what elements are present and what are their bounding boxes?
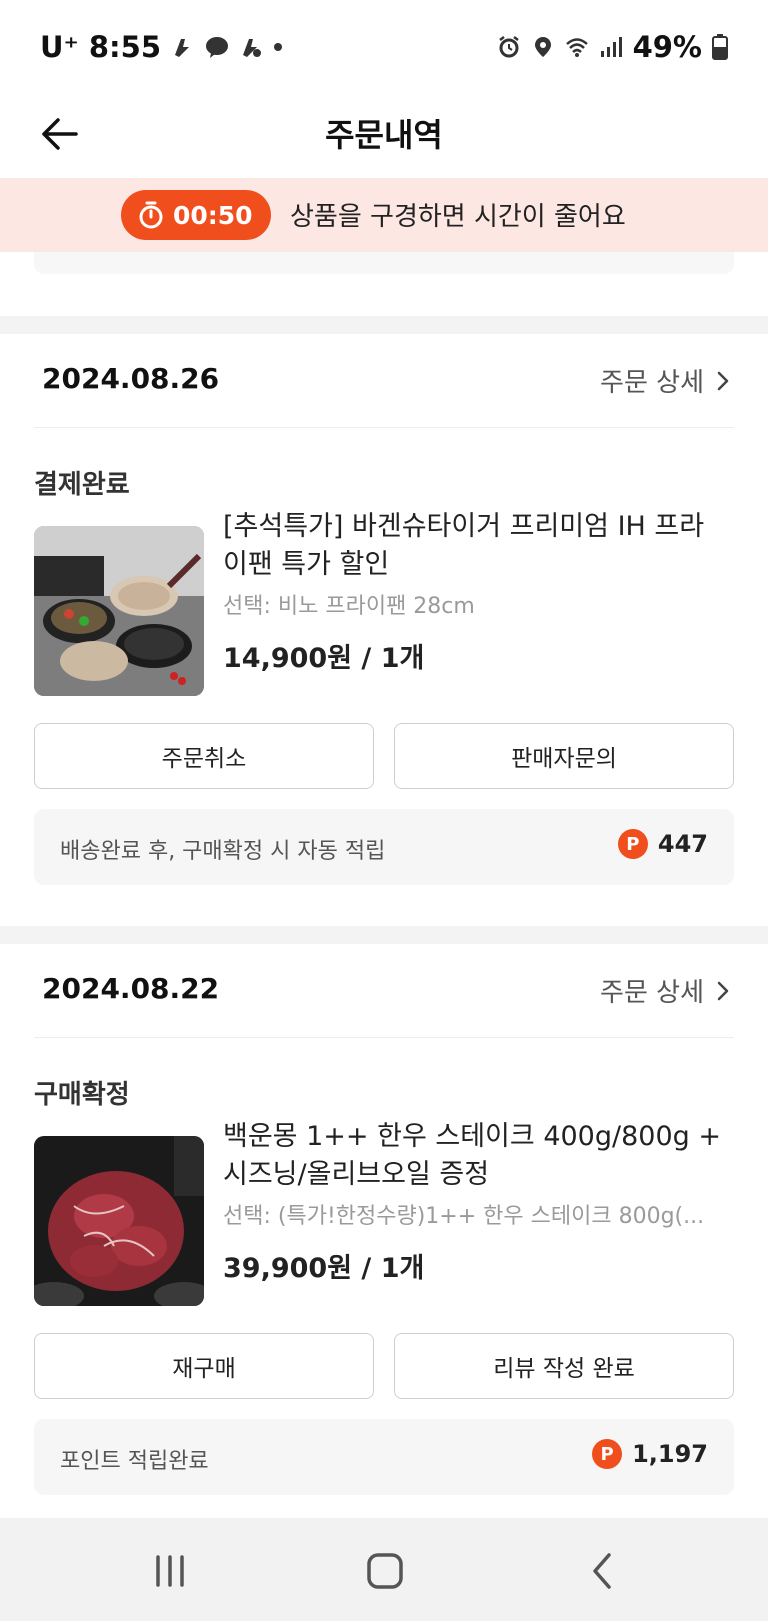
points-value: P 1,197 [592,1439,708,1469]
cancel-order-button[interactable]: 주문취소 [34,723,374,789]
order-date: 2024.08.26 [42,362,220,395]
previous-order-card-edge [34,252,734,274]
order-detail-label: 주문 상세 [600,978,704,1008]
points-amount: 447 [657,830,708,858]
order-detail-link[interactable]: 주문 상세 [600,972,730,1009]
recent-apps-icon [156,1555,184,1587]
product-title[interactable]: 백운몽 1++ 한우 스테이크 400g/800g + 시즈닝/올리브오일 증정 [223,1118,723,1194]
nav-back-button[interactable] [572,1546,632,1596]
beef-steak-image [34,1136,204,1306]
section-gap [0,926,768,944]
battery-icon [712,34,728,60]
battery-percent: 49% [632,30,702,64]
divider [34,1037,734,1038]
point-badge-icon: P [617,829,648,859]
product-option: 선택: (특가!한정수량)1++ 한우 스테이크 800g(... [223,1204,705,1229]
home-button[interactable] [355,1546,415,1596]
stopwatch-icon [139,201,163,229]
chevron-right-icon [717,981,729,1000]
order-status: 구매확정 [34,1080,130,1110]
wifi-icon [565,38,588,57]
review-complete-button[interactable]: 리뷰 작성 완료 [394,1333,734,1399]
order-status: 결제완료 [34,470,130,500]
status-bar: U⁺ 8:55 49% [0,0,768,100]
order-card: 2024.08.22 주문 상세 구매확정 백운몽 1++ 한우 스테이크 40… [0,944,768,1504]
status-left: U⁺ 8:55 [40,30,283,64]
points-info-box: 포인트 적립완료 P 1,197 [34,1419,734,1495]
divider [34,427,734,428]
points-info-box: 배송완료 후, 구매확정 시 자동 적립 P 447 [34,809,734,885]
points-text: 배송완료 후, 구매확정 시 자동 적립 [60,839,386,864]
more-notifications-dot-icon [274,43,282,51]
system-nav-bar [0,1518,768,1621]
points-text: 포인트 적립완료 [60,1449,209,1474]
seller-inquiry-button[interactable]: 판매자문의 [394,723,734,789]
product-title[interactable]: [추석특가] 바겐슈타이거 프리미엄 IH 프라이팬 특가 할인 [223,508,723,584]
location-icon [534,37,551,57]
nav-back-icon [593,1553,611,1589]
product-option: 선택: 비노 프라이팬 28cm [223,594,475,619]
order-card: 2024.08.26 주문 상세 결제완료 [추석특가] 바겐슈타이거 프리미엄… [0,334,768,924]
home-icon [367,1553,403,1589]
signal-icon [600,37,622,57]
timer-countdown: 00:50 [173,200,253,230]
status-right: 49% [497,30,728,64]
carrier-label: U⁺ [40,30,79,64]
timer-message: 상품을 구경하면 시간이 줄어요 [290,202,626,232]
order-detail-label: 주문 상세 [600,368,704,398]
kakaotalk-icon [206,37,228,58]
chevron-right-icon [717,371,729,390]
timer-banner[interactable]: 00:50 상품을 구경하면 시간이 줄어요 [0,178,768,252]
section-gap [0,316,768,334]
repurchase-button[interactable]: 재구매 [34,1333,374,1399]
product-price: 39,900원 / 1개 [223,1253,425,1284]
points-value: P 447 [617,829,708,859]
page-title: 주문내역 [325,116,443,154]
app-header: 주문내역 [0,100,768,178]
product-thumbnail[interactable] [34,526,204,696]
timer-pill: 00:50 [121,190,271,240]
point-badge-icon: P [592,1439,623,1469]
product-thumbnail[interactable] [34,1136,204,1306]
notification-app-icon [175,39,189,57]
clock: 8:55 [88,30,161,64]
points-amount: 1,197 [632,1440,708,1468]
alarm-icon [498,36,519,58]
product-price: 14,900원 / 1개 [223,643,425,674]
frying-pan-image [34,526,204,696]
order-detail-link[interactable]: 주문 상세 [600,362,730,399]
order-date: 2024.08.22 [42,972,220,1005]
notification-app-icon-2 [243,39,261,57]
recent-apps-button[interactable] [140,1546,200,1596]
